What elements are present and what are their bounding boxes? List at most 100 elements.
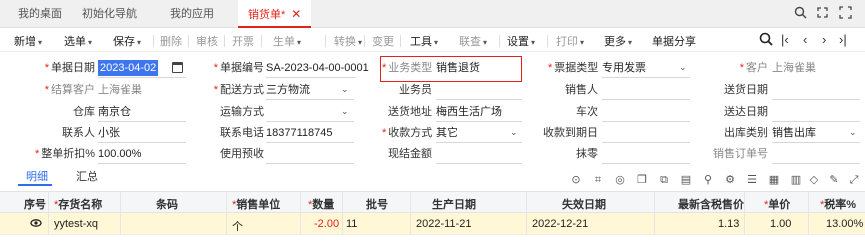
cell-qty[interactable]: -2.00: [314, 218, 339, 230]
add-button[interactable]: 新增 ▾: [14, 33, 42, 49]
ship-date-input[interactable]: [772, 99, 860, 100]
discount-input[interactable]: 100.00%: [98, 146, 141, 162]
row-view-icon[interactable]: [30, 217, 42, 232]
locate-icon[interactable]: [759, 32, 773, 49]
ship-addr-input[interactable]: 梅西生活广场: [436, 104, 502, 120]
tools-button[interactable]: 工具 ▾: [410, 33, 438, 49]
first-record-icon[interactable]: |‹: [781, 32, 789, 47]
save-button[interactable]: 保存 ▾: [113, 33, 141, 49]
pin-icon[interactable]: ◎: [614, 174, 626, 186]
generate-button[interactable]: 生单 ▾: [273, 33, 301, 49]
doc-no-input[interactable]: SA-2023-04-00-0001: [266, 60, 369, 76]
settle-customer-input[interactable]: 上海雀巢: [98, 82, 142, 98]
table-row[interactable]: yytest-xq 个 -2.00 11 2022-11-21 2022-12-…: [0, 213, 865, 235]
field-underline: [772, 142, 860, 143]
sales-person-input[interactable]: [602, 99, 690, 100]
contact-input[interactable]: 小张: [98, 125, 120, 141]
paste-icon[interactable]: ⧉: [658, 174, 670, 186]
tab-summary[interactable]: 汇总: [76, 168, 98, 184]
biz-type-select[interactable]: 销售退货: [436, 60, 480, 76]
chevron-down-icon[interactable]: ⌄: [849, 127, 857, 138]
expand-icon[interactable]: ⤢: [848, 174, 860, 186]
query-button[interactable]: 联查 ▾: [459, 33, 487, 49]
phone-input[interactable]: 18377118745: [266, 125, 332, 141]
share-button[interactable]: 单据分享: [652, 33, 696, 49]
list-icon[interactable]: ☰: [746, 174, 758, 186]
batch-icon[interactable]: ⚲: [702, 174, 714, 186]
warehouse-input[interactable]: 南京仓: [98, 104, 131, 120]
prepay-input[interactable]: [266, 163, 354, 164]
restore-icon[interactable]: [815, 6, 829, 20]
pick-label: 选单: [64, 36, 86, 48]
arrive-date-input[interactable]: [772, 121, 860, 122]
out-type-select[interactable]: 销售出库: [772, 125, 816, 141]
print-button[interactable]: 打印 ▾: [556, 33, 584, 49]
field-underline: [98, 142, 186, 143]
prev-record-icon[interactable]: ‹: [803, 32, 807, 47]
customer-input[interactable]: 上海雀巢: [772, 60, 816, 76]
cash-input[interactable]: [436, 163, 522, 164]
col-divider: [808, 191, 809, 235]
settings-button[interactable]: 设置 ▾: [507, 33, 535, 49]
train-no-input[interactable]: [602, 121, 690, 122]
cell-unit-price[interactable]: 1.00: [770, 218, 791, 230]
close-icon[interactable]: ✕: [291, 7, 301, 21]
divider: [261, 35, 262, 47]
pay-date-input[interactable]: [602, 142, 690, 143]
calendar-icon[interactable]: [172, 62, 183, 73]
tab-init-nav[interactable]: 初始化导航: [82, 0, 137, 28]
delivery-select[interactable]: 三方物流: [266, 82, 310, 98]
cell-tax[interactable]: 13.00%: [826, 218, 863, 230]
payment-select[interactable]: 其它: [436, 125, 458, 141]
tab-detail[interactable]: 明细: [26, 168, 48, 184]
chart-icon[interactable]: ▥: [790, 174, 802, 186]
doc-date-input[interactable]: 2023-04-02: [98, 60, 159, 76]
change-button[interactable]: 变更: [372, 33, 394, 49]
order-no-input[interactable]: [772, 163, 860, 164]
settle-customer-label: * 结算客户: [44, 84, 95, 96]
field-underline: [266, 142, 354, 143]
chevron-down-icon[interactable]: ⌄: [679, 62, 687, 73]
settings-icon[interactable]: ⚙: [724, 174, 736, 186]
more-button[interactable]: 更多 ▾: [604, 33, 632, 49]
chevron-down-icon[interactable]: ⌄: [341, 106, 349, 117]
chevron-down-icon: ▾: [137, 38, 142, 47]
cell-unit[interactable]: 个: [232, 218, 243, 234]
pick-button[interactable]: 选单 ▾: [64, 33, 92, 49]
delete-button[interactable]: 删除: [160, 33, 182, 49]
chevron-down-icon[interactable]: ⌄: [341, 84, 349, 95]
salesman-input[interactable]: [436, 99, 522, 100]
cell-mfg[interactable]: 2022-11-21: [416, 218, 471, 230]
edit-icon[interactable]: ✎: [828, 174, 840, 186]
document-icon[interactable]: ▤: [680, 174, 692, 186]
copy-icon[interactable]: ❐: [636, 174, 648, 186]
convert-button[interactable]: 转换 ▾: [334, 33, 362, 49]
grid-icon[interactable]: ▦: [768, 174, 780, 186]
col-qty: *数量: [308, 199, 335, 211]
round-input[interactable]: [602, 163, 690, 164]
transport-select[interactable]: [266, 121, 354, 122]
cell-price[interactable]: 1.13: [718, 218, 739, 230]
tab-my-apps[interactable]: 我的应用: [170, 0, 214, 28]
audit-button[interactable]: 审核: [196, 33, 218, 49]
ship-date-label: 送货日期: [724, 84, 768, 96]
tab-my-desktop[interactable]: 我的桌面: [18, 0, 62, 28]
bill-type-select[interactable]: 专用发票: [602, 60, 646, 76]
col-divider: [744, 191, 745, 235]
fullscreen-icon[interactable]: [838, 6, 852, 20]
doc-date-label: * 单据日期: [44, 62, 95, 74]
search-icon[interactable]: [793, 6, 807, 20]
scan-icon[interactable]: ⌗: [592, 174, 604, 186]
cell-exp[interactable]: 2022-12-21: [532, 218, 588, 230]
ship-addr-label: 送货地址: [388, 106, 432, 118]
next-record-icon[interactable]: ›: [822, 32, 826, 47]
tab-sales-order[interactable]: 销货单* ✕: [238, 0, 312, 28]
location-icon[interactable]: ⊙: [570, 174, 582, 186]
tag-icon[interactable]: ◇: [808, 174, 820, 186]
last-record-icon[interactable]: ›|: [839, 32, 847, 47]
chevron-down-icon[interactable]: ⌄: [510, 127, 518, 138]
invoice-button[interactable]: 开票: [232, 33, 254, 49]
col-divider: [120, 191, 121, 235]
cell-item[interactable]: yytest-xq: [54, 218, 98, 230]
cell-batch[interactable]: 11: [346, 218, 357, 230]
